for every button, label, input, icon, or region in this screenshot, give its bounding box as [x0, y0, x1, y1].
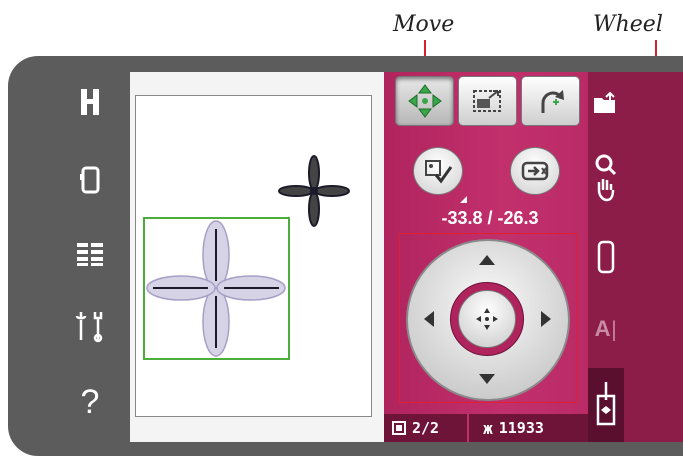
center-move-icon [476, 308, 498, 330]
sidebar: ? [60, 80, 120, 440]
menu-list-icon[interactable] [60, 232, 120, 276]
rotate-button[interactable] [521, 76, 580, 126]
check-button-indicator [460, 196, 467, 203]
wheel-annotation: Wheel [593, 12, 663, 37]
position-readout: -33.8 / -26.3 [441, 208, 539, 228]
check-icon [425, 160, 453, 184]
page-indicator: 2/2 [392, 419, 439, 437]
stitch-count: 11933 [498, 419, 544, 437]
wheel-arrow-up-icon[interactable] [479, 255, 495, 265]
help-icon[interactable]: ? [60, 380, 120, 424]
tools-icon[interactable] [60, 305, 120, 349]
rotate-icon [541, 90, 564, 113]
design-large-flower[interactable] [145, 219, 288, 358]
zoom-pan-icon[interactable] [588, 150, 624, 204]
text-icon[interactable]: A | [588, 312, 624, 346]
wheel-arrow-right-icon[interactable] [541, 311, 551, 327]
scale-button[interactable] [458, 76, 517, 126]
scale-icon [472, 90, 501, 112]
embroider-icon[interactable] [588, 368, 624, 442]
wheel-center-button[interactable] [458, 290, 516, 348]
check-position-button[interactable] [413, 147, 463, 195]
load-design-icon[interactable] [588, 88, 624, 118]
park-icon [521, 161, 549, 181]
page-count: 2/2 [412, 419, 440, 437]
embroidery-h-icon[interactable] [60, 80, 120, 124]
butterfly-icon: ж [483, 418, 493, 438]
wheel-arrow-down-icon[interactable] [479, 374, 495, 384]
status-bar: 2/2 ж 11933 [384, 414, 588, 442]
hoop-icon[interactable] [60, 158, 120, 202]
hoop-select-icon[interactable] [588, 237, 624, 277]
page-square-icon [392, 421, 406, 435]
wheel-arrow-left-icon[interactable] [424, 311, 434, 327]
move-annotation: Move [393, 12, 455, 37]
stitch-counter: ж 11933 [483, 419, 544, 438]
park-position-button[interactable] [510, 147, 560, 195]
move-icon [407, 84, 442, 118]
move-button[interactable] [395, 76, 454, 126]
